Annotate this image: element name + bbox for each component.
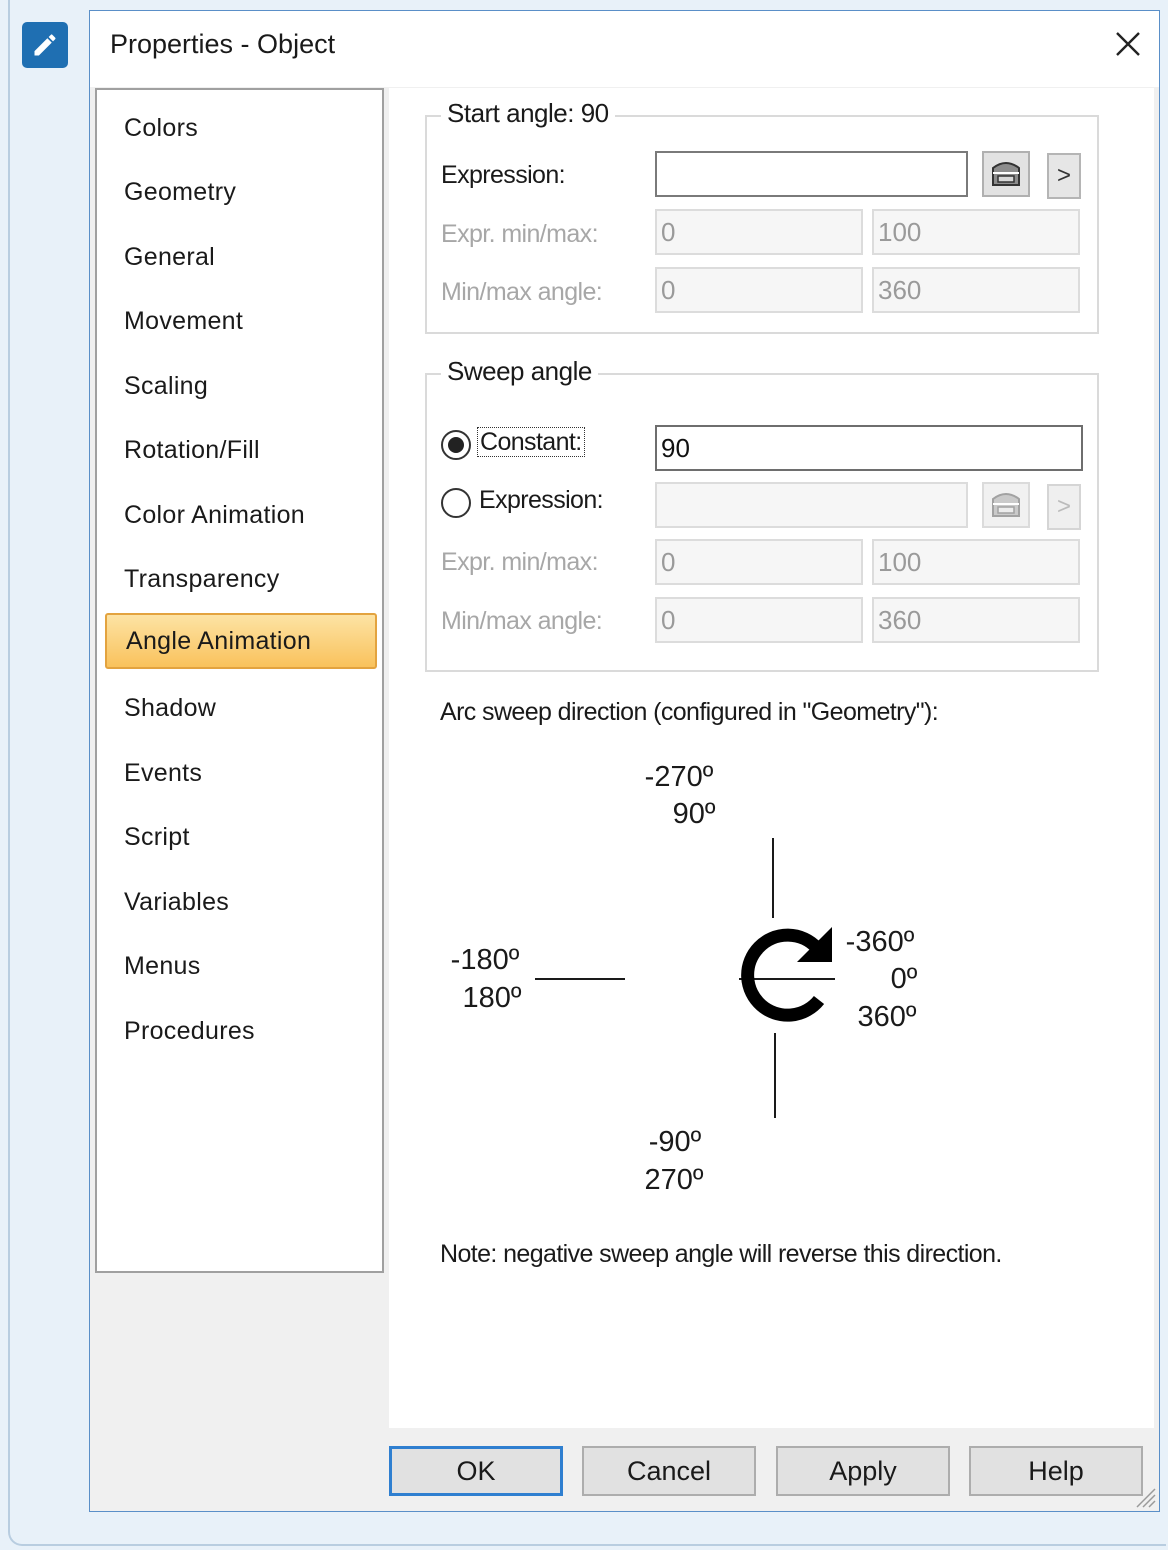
close-button[interactable] xyxy=(1111,27,1145,61)
nav-item-transparency[interactable]: Transparency xyxy=(105,551,377,607)
angle-label-top-2: 90º xyxy=(672,798,716,830)
angle-label-right-1: -360º xyxy=(845,926,915,958)
nav-item-menus[interactable]: Menus xyxy=(105,938,377,994)
nav-item-geometry[interactable]: Geometry xyxy=(105,164,377,220)
nav-item-events[interactable]: Events xyxy=(105,745,377,801)
cancel-button[interactable]: Cancel xyxy=(582,1446,756,1496)
direction-diagram xyxy=(535,838,835,1118)
angle-label-right-2: 0º xyxy=(890,963,918,995)
nav-item-color-animation[interactable]: Color Animation xyxy=(105,487,377,543)
dialog-title: Properties - Object xyxy=(110,29,336,59)
nav-item-general[interactable]: General xyxy=(105,229,377,285)
nav-item-rotation-fill[interactable]: Rotation/Fill xyxy=(105,422,377,478)
resize-grip-icon[interactable] xyxy=(1133,1485,1157,1509)
nav-item-colors[interactable]: Colors xyxy=(105,100,377,156)
angle-label-left-2: 180º xyxy=(462,982,522,1014)
nav-item-scaling[interactable]: Scaling xyxy=(105,358,377,414)
angle-label-top-1: -270º xyxy=(644,761,714,793)
help-button[interactable]: Help xyxy=(969,1446,1143,1496)
nav-item-script[interactable]: Script xyxy=(105,809,377,865)
category-list: Colors Geometry General Movement Scaling… xyxy=(95,88,384,1273)
angle-label-bottom-2: 270º xyxy=(644,1164,704,1196)
nav-item-movement[interactable]: Movement xyxy=(105,293,377,349)
angle-animation-panel: Start angle: 90 Expression: > Expr. min/… xyxy=(389,88,1154,1428)
apply-button[interactable]: Apply xyxy=(776,1446,950,1496)
nav-item-angle-animation[interactable]: Angle Animation xyxy=(105,613,377,669)
edit-icon xyxy=(22,22,68,68)
nav-item-procedures[interactable]: Procedures xyxy=(105,1003,377,1059)
angle-label-bottom-1: -90º xyxy=(648,1126,702,1158)
close-icon xyxy=(1116,32,1140,56)
nav-item-shadow[interactable]: Shadow xyxy=(105,680,377,736)
nav-item-variables[interactable]: Variables xyxy=(105,874,377,930)
angle-label-right-3: 360º xyxy=(857,1001,917,1033)
properties-dialog: Properties - Object Colors Geometry Gene… xyxy=(89,10,1160,1512)
angle-label-left-1: -180º xyxy=(450,944,520,976)
direction-note: Note: negative sweep angle will reverse … xyxy=(440,1240,1002,1268)
ok-button[interactable]: OK xyxy=(389,1446,563,1496)
